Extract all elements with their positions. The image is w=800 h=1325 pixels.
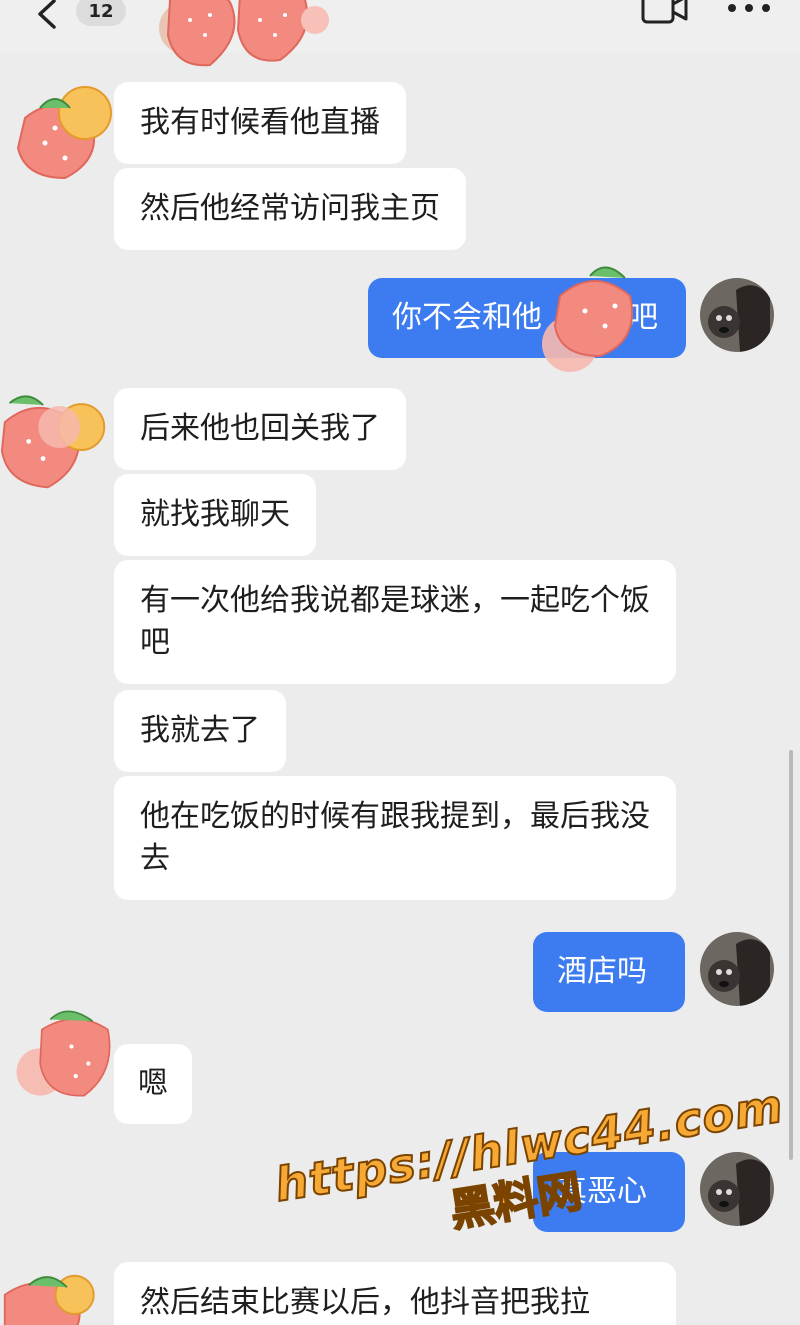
contact-avatar[interactable] xyxy=(150,0,330,70)
message-bubble[interactable]: 后来他也回关我了 xyxy=(114,388,406,470)
message-text: 他在吃饭的时候有跟我提到，最后我没去 xyxy=(140,799,650,876)
back-arrow-icon xyxy=(38,0,56,29)
strawberry-sticker xyxy=(16,1010,111,1097)
message-text: 我就去了 xyxy=(140,713,260,748)
chat-header: 12 xyxy=(0,0,800,67)
message-text: 然后他经常访问我主页 xyxy=(140,191,440,226)
message-bubble[interactable]: 我就去了 xyxy=(114,690,286,772)
message-bubble[interactable]: 就找我聊天 xyxy=(114,474,316,556)
video-call-icon xyxy=(641,0,688,24)
strawberry-sticker xyxy=(542,266,633,372)
message-bubble[interactable]: 嗯 xyxy=(114,1044,192,1124)
more-button[interactable] xyxy=(724,0,774,20)
strawberry-sticker xyxy=(0,395,106,489)
message-text: 嗯 xyxy=(138,1066,168,1101)
message-bubble[interactable]: 然后他经常访问我主页 xyxy=(114,168,466,250)
my-avatar[interactable] xyxy=(700,932,774,1006)
message-bubble[interactable]: 我有时候看他直播 xyxy=(114,82,406,164)
message-text: 酒店吗 xyxy=(557,954,647,989)
message-text: 有一次他给我说都是球迷，一起吃个饭吧 xyxy=(140,583,650,660)
strawberry-sticker xyxy=(16,86,112,180)
avatar-photo xyxy=(700,932,774,1006)
message-text: 你不会和他 xyxy=(392,300,542,335)
strawberry-sticker xyxy=(3,1274,95,1325)
my-avatar[interactable] xyxy=(700,278,774,352)
unread-count-badge: 12 xyxy=(76,0,126,26)
video-call-button[interactable] xyxy=(640,0,690,26)
more-dots-icon xyxy=(728,4,770,12)
message-bubble[interactable]: 有一次他给我说都是球迷，一起吃个饭吧 xyxy=(114,560,676,684)
scrollbar[interactable] xyxy=(789,750,793,1160)
message-bubble[interactable]: 酒店吗 xyxy=(533,932,685,1012)
message-text: 就找我聊天 xyxy=(140,497,290,532)
message-bubble[interactable]: 他在吃饭的时候有跟我提到，最后我没去 xyxy=(114,776,676,900)
avatar-photo xyxy=(700,278,774,352)
message-text: 后来他也回关我了 xyxy=(140,411,380,446)
strawberry-sticker xyxy=(159,0,329,67)
message-text: 我有时候看他直播 xyxy=(140,105,380,140)
back-button[interactable] xyxy=(30,0,64,34)
